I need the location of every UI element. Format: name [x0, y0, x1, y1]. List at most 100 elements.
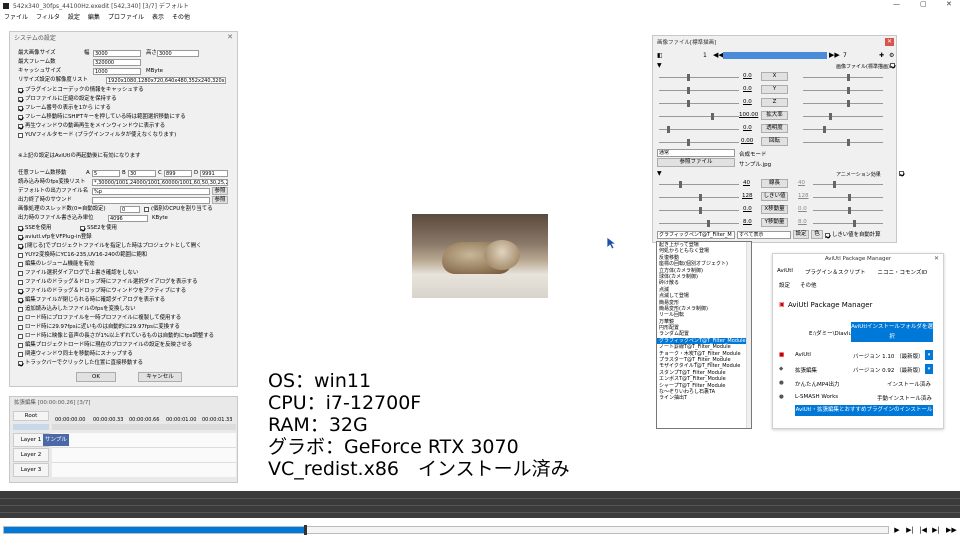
check-row[interactable]: YUVフィルタモード (プラグインフィルタが使えなくなります) [18, 131, 176, 139]
cpu-check-row[interactable]: (個別のCPUを割り当てる [144, 205, 213, 213]
check-row[interactable]: プロファイルに圧縮の設定を保持する [18, 95, 117, 103]
filter-dropdown-list[interactable]: 起き上がって登場 何処からともなく登場 反復移動 座標の回転(個別オブジェクト)… [656, 241, 752, 429]
checkbox[interactable] [18, 105, 23, 111]
expand-icon[interactable]: ▼ [657, 170, 662, 177]
check-row[interactable]: ファイル選択ダイアログで上書き確認をしない [18, 269, 138, 277]
check-row[interactable]: ファイルのドラッグ＆ドロップ時にファイル選択ダイアログを表示する [18, 278, 198, 286]
jump-c-input[interactable]: 899 [164, 170, 192, 177]
check-row[interactable]: ロード時にプロファイルを一時プロファイルに複製して使用する [18, 314, 181, 322]
maximize-icon[interactable]: ▢ [920, 0, 927, 8]
close-icon[interactable]: ✕ [227, 33, 233, 41]
next-frame-icon[interactable]: ▶▶ [829, 51, 840, 59]
list-item[interactable]: モザイクタイルT@T_Filter_Module [657, 363, 751, 369]
checkbox[interactable] [18, 123, 23, 129]
checkbox[interactable] [18, 288, 23, 294]
root-tab[interactable]: Root [13, 411, 49, 421]
check-row[interactable]: 追加読み込みしたファイルのfpsを変換しない [18, 305, 136, 313]
play-range-icon[interactable]: ▶| [905, 526, 915, 535]
sound-input[interactable] [92, 197, 210, 204]
width-input[interactable]: 3000 [93, 50, 141, 57]
tab-other[interactable]: その他 [800, 281, 817, 289]
check-row[interactable]: ファイルのドラッグ＆ドロップ時にウィンドウをアクティブにする [18, 287, 186, 295]
height-input[interactable]: 3000 [157, 50, 199, 57]
jump-d-input[interactable]: 9991 [200, 170, 228, 177]
timeline-area[interactable] [52, 433, 236, 477]
menu-other[interactable]: その他 [172, 12, 190, 21]
threads-input[interactable]: 0 [120, 206, 140, 213]
menu-view[interactable]: 表示 [152, 12, 164, 21]
menu-aviutl[interactable]: AviUtl [777, 268, 793, 276]
seek-thumb[interactable] [303, 525, 307, 535]
check-row[interactable]: 編集プロジェクトロード時に現在のプロファイルの設定を反映させる [18, 341, 192, 349]
color-button[interactable]: 色 [811, 230, 823, 239]
line-length-value[interactable]: 40 [743, 180, 750, 186]
check-row[interactable]: 編集のレジューム機能を有効 [18, 260, 95, 268]
filter-combo[interactable]: グラフィックペンT@T_Filter_M [657, 231, 735, 239]
checkbox[interactable] [18, 132, 23, 138]
checkbox[interactable] [18, 261, 23, 267]
checkbox[interactable] [18, 87, 23, 93]
blend-mode-select[interactable]: 通常 [657, 149, 735, 157]
jump-a-input[interactable]: 5 [92, 170, 120, 177]
resize-list-input[interactable]: 1920x1080,1280x720,640x480,352x240,320x2… [106, 77, 226, 84]
x-move-value[interactable]: 0.0 [743, 206, 752, 212]
scale-button[interactable]: 拡大率 [761, 111, 788, 120]
line-length-button[interactable]: 線長 [761, 179, 788, 188]
threshold-value[interactable]: 128 [742, 193, 753, 199]
frame-range-bar[interactable] [723, 52, 827, 59]
max-frames-input[interactable]: 320000 [93, 59, 141, 66]
z-button[interactable]: Z [761, 98, 788, 107]
check-row[interactable]: 編集ファイルが閉じられる時に確認ダイアログを表示する [18, 296, 165, 304]
settings-icon[interactable]: ⚙ [889, 52, 894, 59]
menu-edit[interactable]: 編集 [88, 12, 100, 21]
checkbox[interactable] [18, 306, 23, 312]
checkbox[interactable] [18, 225, 23, 231]
auto-threshold-row[interactable]: しきい値を自動計算 [825, 231, 881, 239]
settings-button[interactable]: 設定 [793, 230, 809, 239]
rotation-value[interactable]: 0.00 [741, 138, 753, 144]
display-combo[interactable]: すべて表示 [737, 231, 791, 239]
chevron-down-icon[interactable]: ▾ [925, 350, 933, 360]
rotation-button[interactable]: 回転 [761, 137, 788, 146]
checkbox[interactable] [18, 342, 23, 348]
y-move-button[interactable]: Y移動量 [761, 218, 788, 227]
layer-label[interactable]: Layer 3 [13, 463, 49, 477]
anim-enable-checkbox[interactable] [898, 171, 904, 176]
check-row[interactable]: 再生ウィンドウの動画再生をメインウィンドウに表示する [18, 122, 165, 130]
check-row[interactable]: ロード時に29.97fpsに近いものは自動的に29.97fpsに変換する [18, 323, 180, 331]
x-button[interactable]: X [761, 72, 788, 81]
chevron-down-icon[interactable]: ▾ [925, 364, 933, 374]
checkbox[interactable] [825, 232, 830, 238]
opacity-value[interactable]: 0.0 [743, 125, 752, 131]
checkbox[interactable] [18, 234, 23, 240]
scroll-bar[interactable] [13, 424, 49, 430]
checkbox[interactable] [18, 333, 23, 339]
cache-input[interactable]: 1000 [93, 68, 141, 75]
write-unit-input[interactable]: 4096 [108, 215, 148, 222]
checkbox[interactable] [18, 114, 23, 120]
checkbox[interactable] [18, 270, 23, 276]
jump-b-input[interactable]: 30 [128, 170, 156, 177]
menu-plugins[interactable]: プラグイン＆スクリプト [805, 268, 866, 276]
ok-button[interactable]: OK [76, 372, 116, 382]
checkbox[interactable] [144, 206, 149, 212]
output-name-input[interactable]: %p [92, 188, 210, 195]
checkbox[interactable] [18, 96, 23, 102]
next-frame-icon[interactable]: ▶| [931, 526, 941, 535]
checkbox[interactable] [80, 225, 85, 231]
menu-profile[interactable]: プロファイル [108, 12, 144, 21]
check-row[interactable]: YUY2変換時にYC16-235,UV16-240の範囲に飽和 [18, 251, 147, 259]
menu-commons[interactable]: ニコニ・コモンズID [877, 268, 927, 276]
threshold-end[interactable]: 128 [798, 193, 809, 199]
checkbox[interactable] [18, 360, 23, 366]
cancel-button[interactable]: キャンセル [138, 372, 182, 382]
seek-bar[interactable] [3, 525, 889, 535]
play-icon[interactable]: ▶ [892, 526, 902, 535]
check-row[interactable]: SSE2を使用 [80, 224, 117, 232]
browse-button[interactable]: 参照 [212, 187, 228, 195]
check-row[interactable]: フレーム番号の表示を1から にする [18, 104, 111, 112]
checkbox[interactable] [18, 243, 23, 249]
minimize-icon[interactable]: — [893, 0, 900, 8]
menu-file[interactable]: ファイル [4, 12, 28, 21]
opacity-button[interactable]: 透明度 [761, 124, 788, 133]
